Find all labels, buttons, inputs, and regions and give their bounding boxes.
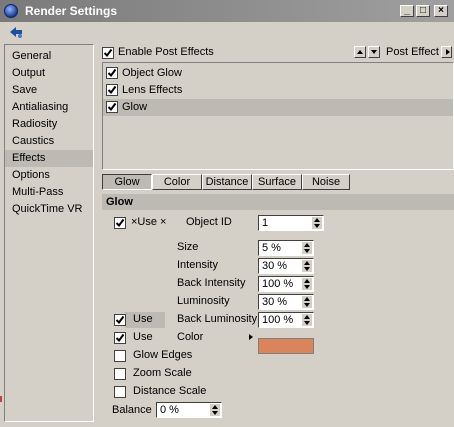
size-label: Size (177, 241, 199, 253)
edge-marker (0, 396, 2, 402)
sidebar-item-effects[interactable]: Effects (5, 150, 93, 167)
title-bar: Render Settings _ □ × (0, 0, 454, 22)
tab-noise[interactable]: Noise (302, 174, 350, 190)
balance-field[interactable]: 0 % (156, 402, 222, 418)
glow-label: Glow (122, 101, 148, 113)
distance-scale-label: Distance Scale (133, 385, 207, 397)
back-intensity-label: Back Intensity (177, 277, 246, 289)
zoom-scale-label: Zoom Scale (133, 367, 192, 379)
size-spinner[interactable] (302, 242, 312, 254)
color-swatch[interactable] (258, 338, 314, 354)
back-luminosity-field[interactable]: 100 % (258, 312, 314, 328)
app-icon (4, 4, 18, 18)
settings-category-list: General Output Save Antialiasing Radiosi… (4, 44, 94, 422)
use-back-luminosity-checkbox[interactable] (114, 314, 126, 326)
sidebar-item-antialiasing[interactable]: Antialiasing (5, 99, 93, 116)
back-luminosity-value: 100 % (262, 314, 294, 326)
sidebar-item-multi-pass[interactable]: Multi-Pass (5, 184, 93, 201)
sidebar-item-output[interactable]: Output (5, 65, 93, 82)
balance-label: Balance (112, 404, 152, 416)
distance-scale-checkbox[interactable] (114, 386, 126, 398)
size-value: 5 % (262, 242, 281, 254)
sidebar-item-options[interactable]: Options (5, 167, 93, 184)
list-item-object-glow[interactable]: Object Glow (103, 65, 453, 82)
sidebar-item-caustics[interactable]: Caustics (5, 133, 93, 150)
move-down-button[interactable] (368, 46, 380, 58)
use-object-id-label: ×Use × (131, 216, 167, 228)
section-header-glow: Glow (102, 194, 454, 210)
glow-edges-checkbox[interactable] (114, 350, 126, 362)
move-up-button[interactable] (354, 46, 366, 58)
sidebar-item-general[interactable]: General (5, 48, 93, 65)
close-button[interactable]: × (434, 5, 448, 17)
tab-surface[interactable]: Surface (252, 174, 302, 190)
use-color-label: Use (133, 331, 153, 343)
balance-spinner[interactable] (210, 404, 220, 416)
object-id-value: 1 (262, 217, 269, 229)
post-effect-menu[interactable]: Post Effect (386, 46, 439, 58)
intensity-spinner[interactable] (302, 260, 312, 272)
use-object-id-checkbox[interactable] (114, 217, 126, 229)
use-color-checkbox[interactable] (114, 332, 126, 344)
intensity-value: 30 % (262, 260, 288, 272)
object-glow-label: Object Glow (122, 67, 182, 79)
back-intensity-spinner[interactable] (302, 278, 312, 290)
object-id-label: Object ID (186, 216, 232, 228)
intensity-label: Intensity (177, 259, 218, 271)
color-expand-icon[interactable] (249, 334, 253, 340)
tab-color[interactable]: Color (152, 174, 202, 190)
glow-checkbox[interactable] (106, 101, 118, 113)
pin-tool-icon[interactable] (8, 25, 24, 39)
minimize-button[interactable]: _ (400, 5, 414, 17)
object-id-spinner[interactable] (312, 217, 322, 229)
lens-effects-checkbox[interactable] (106, 84, 118, 96)
window-title: Render Settings (25, 4, 118, 18)
enable-post-effects-checkbox[interactable] (102, 47, 114, 59)
back-intensity-field[interactable]: 100 % (258, 276, 314, 292)
enable-post-effects-label: Enable Post Effects (118, 46, 214, 58)
back-intensity-value: 100 % (262, 278, 294, 290)
post-effect-menu-arrow[interactable] (441, 46, 452, 58)
object-id-field[interactable]: 1 (258, 215, 324, 231)
size-field[interactable]: 5 % (258, 240, 314, 256)
luminosity-field[interactable]: 30 % (258, 294, 314, 310)
list-item-glow[interactable]: Glow (103, 99, 453, 116)
sidebar-item-save[interactable]: Save (5, 82, 93, 99)
use-back-luminosity-label: Use (133, 313, 153, 325)
lens-effects-label: Lens Effects (122, 84, 183, 96)
back-luminosity-spinner[interactable] (302, 314, 312, 326)
back-luminosity-label: Back Luminosity (177, 313, 258, 325)
sidebar-item-radiosity[interactable]: Radiosity (5, 116, 93, 133)
object-glow-checkbox[interactable] (106, 67, 118, 79)
luminosity-spinner[interactable] (302, 296, 312, 308)
color-label: Color (177, 331, 204, 343)
post-effects-list: Object Glow Lens Effects Glow (102, 62, 454, 170)
zoom-scale-checkbox[interactable] (114, 368, 126, 380)
toolbar (0, 22, 454, 42)
glow-tabs: Glow Color Distance Surface Noise (102, 174, 350, 190)
tab-glow[interactable]: Glow (102, 174, 152, 190)
effects-panel: Enable Post Effects Post Effect Object G… (98, 44, 454, 427)
maximize-button[interactable]: □ (416, 5, 430, 17)
luminosity-value: 30 % (262, 296, 288, 308)
intensity-field[interactable]: 30 % (258, 258, 314, 274)
glow-edges-label: Glow Edges (133, 349, 193, 361)
sidebar-item-quicktime-vr[interactable]: QuickTime VR (5, 201, 93, 218)
luminosity-label: Luminosity (177, 295, 230, 307)
list-item-lens-effects[interactable]: Lens Effects (103, 82, 453, 99)
tab-distance[interactable]: Distance (202, 174, 252, 190)
balance-value: 0 % (160, 404, 179, 416)
